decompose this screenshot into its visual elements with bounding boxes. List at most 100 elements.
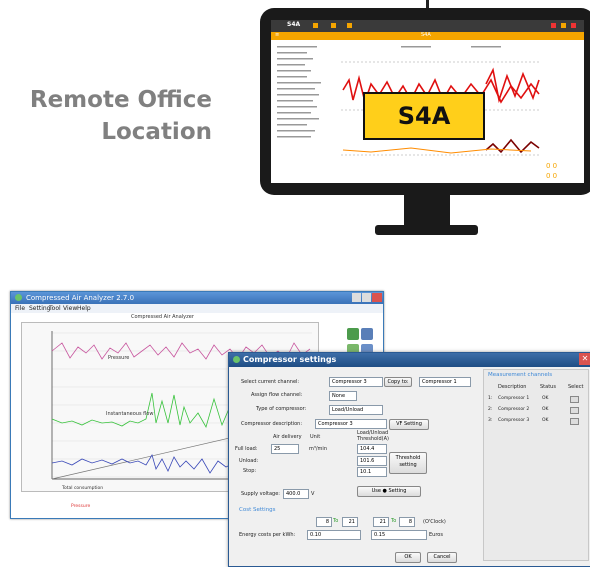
threshold-header: Load/Unload Threshold(A) — [357, 430, 389, 442]
energy-cost-1-field[interactable]: 0.10 — [307, 530, 361, 540]
menu-file[interactable]: File — [15, 304, 25, 313]
meas-row-num: 3: — [488, 418, 493, 423]
air-delivery-header: Air delivery — [273, 434, 302, 440]
measurement-channels-panel: Measurement channels Description Status … — [483, 369, 589, 561]
menu-setting[interactable]: Setting — [29, 304, 50, 313]
meas-row-status: OK — [542, 418, 549, 423]
maximize-icon[interactable] — [362, 293, 371, 302]
assign-flow-dropdown[interactable]: None — [329, 391, 357, 401]
full-load-threshold-field[interactable]: 104.4 — [357, 444, 387, 454]
dialog-titlebar: Compressor settings — [229, 353, 590, 367]
remote-office-text: Remote Office Location — [22, 84, 212, 148]
monitor-app-toolbar: ≡ S4A — [271, 32, 584, 40]
remote-line-1: Remote Office — [29, 87, 212, 113]
svg-text:0 0: 0 0 — [546, 162, 557, 170]
meas-row-desc: Compressor 2 — [498, 407, 530, 412]
analyzer-menubar: File Setting Tool View Help — [11, 304, 383, 313]
assign-flow-label: Assign flow channel: — [251, 392, 303, 398]
menu-tool[interactable]: Tool — [49, 304, 61, 313]
meas-header-select: Select — [568, 384, 584, 390]
to-label-2: To — [391, 518, 397, 524]
menu-view[interactable]: View — [63, 304, 77, 313]
compressor-settings-dialog: Compressor settings ✕ Select current cha… — [228, 352, 590, 567]
meas-row-status: OK — [542, 407, 549, 412]
description-field[interactable]: Compressor 3 — [315, 419, 387, 429]
monitor-menu-icon[interactable]: ≡ — [275, 32, 279, 38]
meas-row-select-icon[interactable] — [570, 407, 579, 414]
unload-threshold-field[interactable]: 101.6 — [357, 456, 387, 466]
monitor-toolbar-icon[interactable] — [313, 23, 318, 28]
time-to-1-field[interactable]: 21 — [342, 517, 358, 527]
close-icon[interactable] — [372, 293, 382, 302]
to-label-1: To — [333, 518, 339, 524]
supply-voltage-label: Supply voltage: — [241, 491, 280, 497]
supply-voltage-unit: V — [311, 491, 315, 497]
monitor-screen: S4A ≡ S4A 0 0 0 0 S4A — [271, 20, 584, 183]
meas-header-status: Status — [540, 384, 556, 390]
copy-to-dropdown[interactable]: Compressor 1 — [419, 377, 471, 387]
analyzer-titlebar: Compressed Air Analyzer 2.7.0 — [11, 292, 383, 304]
time-from-1-field[interactable]: 8 — [316, 517, 332, 527]
unload-label: Unload: — [239, 458, 259, 464]
copy-to-button[interactable]: Copy to: — [384, 377, 412, 387]
analyzer-title: Compressed Air Analyzer 2.7.0 — [26, 294, 135, 302]
monitor-toolbar-icon[interactable] — [331, 23, 336, 28]
menu-help[interactable]: Help — [77, 304, 91, 313]
stop-threshold-field[interactable]: 10.1 — [357, 467, 387, 477]
currency-label: Euros — [429, 532, 443, 538]
oclock-label: (O'Clock) — [423, 519, 446, 525]
time-to-2-field[interactable]: 8 — [399, 517, 415, 527]
pressure-series-label: Pressure — [108, 355, 129, 361]
meas-row-num: 1: — [488, 396, 493, 401]
vf-setting-button[interactable]: VF Setting — [389, 419, 429, 430]
type-label: Type of compressor: — [256, 406, 307, 412]
cost-settings-title: Cost Settings — [239, 507, 276, 513]
meas-row-num: 2: — [488, 407, 493, 412]
cancel-button[interactable]: Cancel — [427, 552, 457, 563]
minimize-icon[interactable] — [352, 293, 361, 302]
app-icon — [15, 294, 22, 301]
remote-line-2: Location — [101, 119, 212, 145]
energy-cost-2-field[interactable]: 0.15 — [371, 530, 427, 540]
monitor-alert-icon[interactable] — [551, 23, 556, 28]
monitor-user-icon[interactable] — [561, 23, 566, 28]
threshold-setting-button[interactable]: Threshold setting — [389, 452, 427, 474]
type-dropdown[interactable]: Load/Unload — [329, 405, 383, 415]
full-load-unit: m³/min — [309, 446, 327, 452]
meas-row-select-icon[interactable] — [570, 396, 579, 403]
full-load-field[interactable]: 25 — [271, 444, 299, 454]
monitor-close-icon[interactable] — [571, 23, 576, 28]
analyzer-chart-title: Compressed Air Analyzer — [131, 314, 194, 320]
total-consumption-label: Total consumption — [61, 485, 103, 491]
monitor-neck — [404, 195, 450, 227]
meas-header-description: Description — [498, 384, 527, 390]
chart-tool-icon[interactable] — [347, 328, 359, 340]
dialog-title: Compressor settings — [243, 355, 337, 364]
monitor-toolbar-icon[interactable] — [347, 23, 352, 28]
monitor-app-logo: S4A — [287, 21, 301, 28]
select-channel-label: Select current channel: — [241, 379, 300, 385]
measurement-title: Measurement channels — [488, 372, 553, 378]
stop-label: Stop: — [243, 468, 257, 474]
description-label: Compressor description: — [241, 421, 303, 427]
table-tool-icon[interactable] — [361, 328, 373, 340]
dialog-app-icon — [233, 356, 240, 363]
meas-row-desc: Compressor 3 — [498, 418, 530, 423]
monitor-base — [375, 225, 478, 235]
meas-row-select-icon[interactable] — [570, 418, 579, 425]
monitor-app-topbar: S4A — [271, 20, 584, 32]
use-setting-button[interactable]: Use ● Setting — [357, 486, 421, 497]
meas-row-desc: Compressor 1 — [498, 396, 530, 401]
unit-header: Unit — [310, 434, 321, 440]
supply-voltage-field[interactable]: 400.0 — [283, 489, 309, 499]
ok-button[interactable]: OK — [395, 552, 421, 563]
dialog-close-icon[interactable]: ✕ — [579, 353, 590, 365]
full-load-label: Full load: — [235, 446, 258, 452]
s4a-badge: S4A — [363, 92, 485, 140]
meas-row-status: OK — [542, 396, 549, 401]
monitor-window-title: S4A — [421, 32, 431, 38]
select-channel-dropdown[interactable]: Compressor 3 — [329, 377, 383, 387]
time-from-2-field[interactable]: 21 — [373, 517, 389, 527]
pressure-footer-label: Pressure — [71, 504, 91, 509]
svg-text:0 0: 0 0 — [546, 172, 557, 180]
